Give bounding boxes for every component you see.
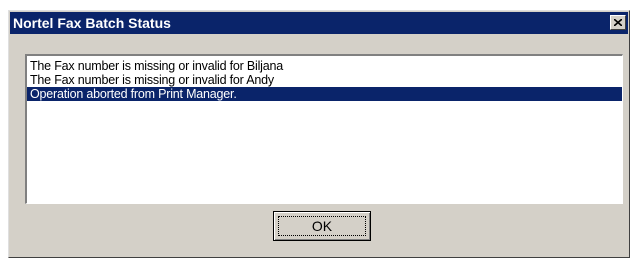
fax-batch-status-dialog: Nortel Fax Batch Status The Fax number i…: [8, 10, 630, 258]
list-item[interactable]: The Fax number is missing or invalid for…: [27, 73, 622, 87]
title-bar[interactable]: Nortel Fax Batch Status: [10, 12, 628, 34]
close-icon: [614, 19, 622, 26]
list-item[interactable]: The Fax number is missing or invalid for…: [27, 59, 622, 73]
list-item-selected[interactable]: Operation aborted from Print Manager.: [27, 87, 622, 101]
status-listbox[interactable]: The Fax number is missing or invalid for…: [25, 54, 623, 204]
window-title: Nortel Fax Batch Status: [13, 15, 171, 31]
ok-button[interactable]: OK: [273, 211, 371, 241]
close-button[interactable]: [610, 15, 626, 30]
focus-ring: [278, 216, 366, 236]
